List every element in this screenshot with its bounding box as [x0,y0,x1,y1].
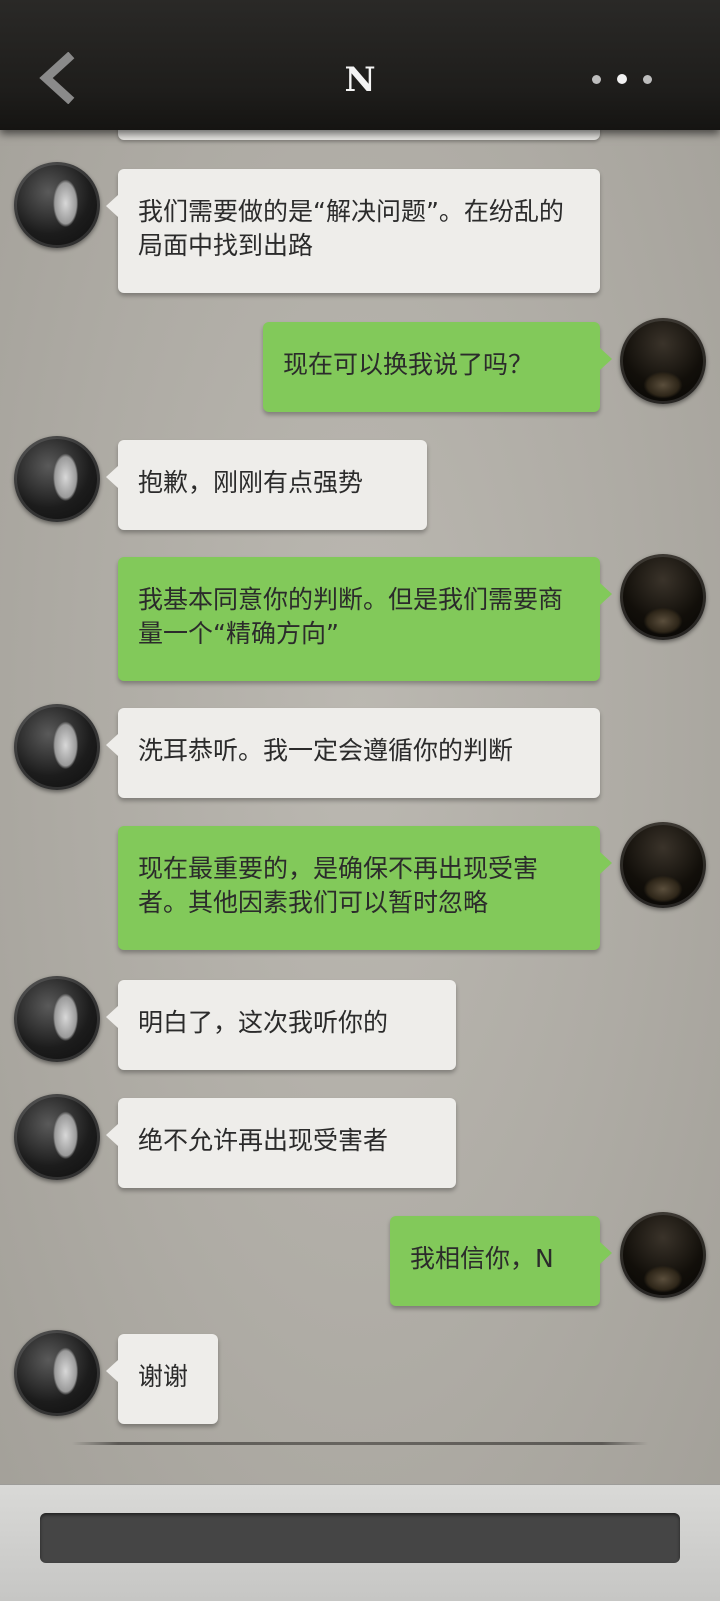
contact-avatar[interactable] [14,436,100,522]
contact-avatar[interactable] [14,162,100,248]
message-text: 我基本同意你的判断。但是我们需要商量一个“精确方向” [138,585,564,648]
message-text: 我们需要做的是“解决问题”。在纷乱的局面中找到出路 [138,197,564,260]
message-text: 我相信你，N [410,1244,554,1273]
top-bar: N [0,0,720,130]
message-text: 洗耳恭听。我一定会遵循你的判断 [138,736,514,765]
incoming-message: 明白了，这次我听你的 [106,980,456,1070]
incoming-message: 我们需要做的是“解决问题”。在纷乱的局面中找到出路 [106,169,600,293]
message-text: 谢谢 [138,1362,189,1391]
message-text: 现在可以换我说了吗？ [283,350,534,379]
message-text: 绝不允许再出现受害者 [138,1126,389,1155]
outgoing-message: 我相信你，N [390,1216,612,1306]
more-button[interactable] [592,68,658,92]
message-text: 抱歉，刚刚有点强势 [138,468,364,497]
message-input[interactable] [40,1513,680,1563]
incoming-message: 绝不允许再出现受害者 [106,1098,456,1188]
bottom-bar [0,1484,720,1601]
outgoing-message: 现在最重要的，是确保不再出现受害者。其他因素我们可以暂时忽略 [118,826,612,950]
incoming-message: 洗耳恭听。我一定会遵循你的判断 [106,708,600,798]
message-text: 现在最重要的，是确保不再出现受害者。其他因素我们可以暂时忽略 [138,854,539,917]
outgoing-message: 我基本同意你的判断。但是我们需要商量一个“精确方向” [118,557,612,681]
user-avatar[interactable] [620,1212,706,1298]
contact-avatar[interactable] [14,1094,100,1180]
user-avatar[interactable] [620,554,706,640]
outgoing-message: 现在可以换我说了吗？ [263,322,612,412]
message-text: 明白了，这次我听你的 [138,1008,389,1037]
contact-avatar[interactable] [14,1330,100,1416]
user-avatar[interactable] [620,822,706,908]
contact-avatar[interactable] [14,704,100,790]
contact-avatar[interactable] [14,976,100,1062]
chat-end-divider [72,1442,648,1445]
incoming-message: 抱歉，刚刚有点强势 [106,440,427,530]
user-avatar[interactable] [620,318,706,404]
incoming-message: 谢谢 [106,1334,218,1424]
